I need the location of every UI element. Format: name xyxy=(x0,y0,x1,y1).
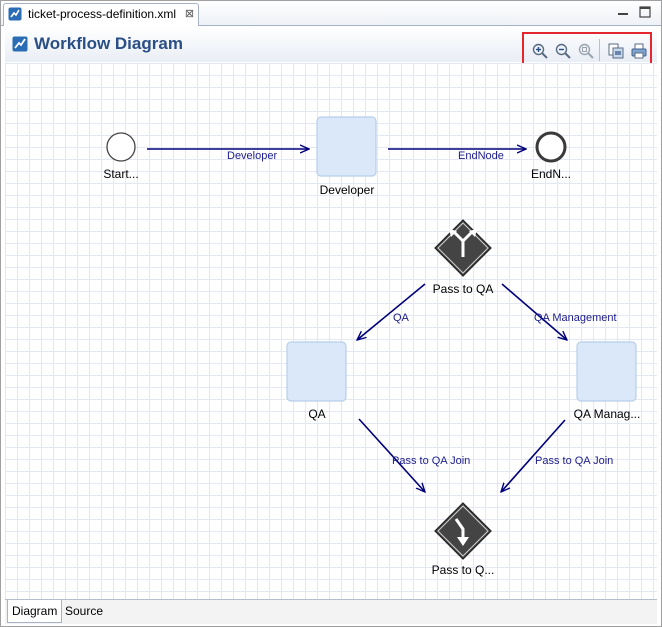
zoom-fit-icon[interactable] xyxy=(577,42,595,60)
print-icon[interactable] xyxy=(630,42,648,60)
node-label: EndN... xyxy=(531,167,571,181)
developer-task-node[interactable]: Developer xyxy=(316,116,377,197)
tab-source[interactable]: Source xyxy=(61,600,107,622)
maximize-icon[interactable] xyxy=(637,4,653,20)
export-image-icon[interactable] xyxy=(607,42,625,60)
workflow-file-icon xyxy=(8,7,22,21)
qa-management-task-node[interactable]: QA Manag... xyxy=(574,341,641,421)
node-label: Pass to QA xyxy=(433,282,494,296)
node-label: QA Manag... xyxy=(574,407,641,421)
minimize-icon[interactable] xyxy=(615,4,631,20)
node-label: Pass to Q... xyxy=(432,563,495,577)
qa-task-node[interactable]: QA xyxy=(286,341,347,421)
start-event-node[interactable]: Start... xyxy=(103,132,139,181)
edge-developer-end[interactable]: EndNode xyxy=(388,149,526,162)
fork-gateway-node[interactable]: Pass to QA xyxy=(433,219,494,296)
edge-fork-qa[interactable]: QA xyxy=(357,283,426,340)
zoom-out-icon[interactable] xyxy=(554,42,572,60)
edge-fork-qa-management[interactable]: QA Management xyxy=(501,283,617,340)
edge-qa-management-join[interactable]: Pass to QA Join xyxy=(501,419,613,492)
edge-start-developer[interactable]: Developer xyxy=(147,149,309,162)
edge-qa-join[interactable]: Pass to QA Join xyxy=(358,418,470,492)
edge-label: Pass to QA Join xyxy=(392,455,470,467)
page-title: Workflow Diagram xyxy=(34,34,183,53)
close-tab-icon[interactable]: ⊠ xyxy=(185,4,194,24)
end-event-node[interactable]: EndN... xyxy=(531,131,571,181)
zoom-in-icon[interactable] xyxy=(531,42,549,60)
edge-label: QA xyxy=(393,312,410,324)
node-label: Start... xyxy=(103,167,138,181)
editor-tab-ticket-process[interactable]: ticket-process-definition.xml ⊠ xyxy=(3,3,200,26)
workflow-diagram: Developer EndNode QA QA Management Pass … xyxy=(103,116,641,577)
join-gateway-node[interactable]: Pass to Q... xyxy=(432,502,495,577)
toolbar-separator xyxy=(599,39,600,61)
editor-frame: ticket-process-definition.xml ⊠ Workflow… xyxy=(0,0,662,627)
node-label: QA xyxy=(308,407,325,421)
edge-label: Pass to QA Join xyxy=(535,455,613,467)
edge-label: QA Management xyxy=(534,312,617,324)
edge-label: Developer xyxy=(227,150,277,162)
editor-tab-bar: ticket-process-definition.xml ⊠ xyxy=(1,1,661,26)
workflow-diagram-icon xyxy=(12,36,28,52)
node-label: Developer xyxy=(320,183,375,197)
edge-label: EndNode xyxy=(458,150,504,162)
editor-bottom-tabs: Diagram Source xyxy=(5,599,657,624)
diagram-canvas[interactable]: Developer EndNode QA QA Management Pass … xyxy=(5,63,657,599)
editor-tab-label: ticket-process-definition.xml xyxy=(28,7,177,21)
tab-diagram[interactable]: Diagram xyxy=(7,600,63,623)
